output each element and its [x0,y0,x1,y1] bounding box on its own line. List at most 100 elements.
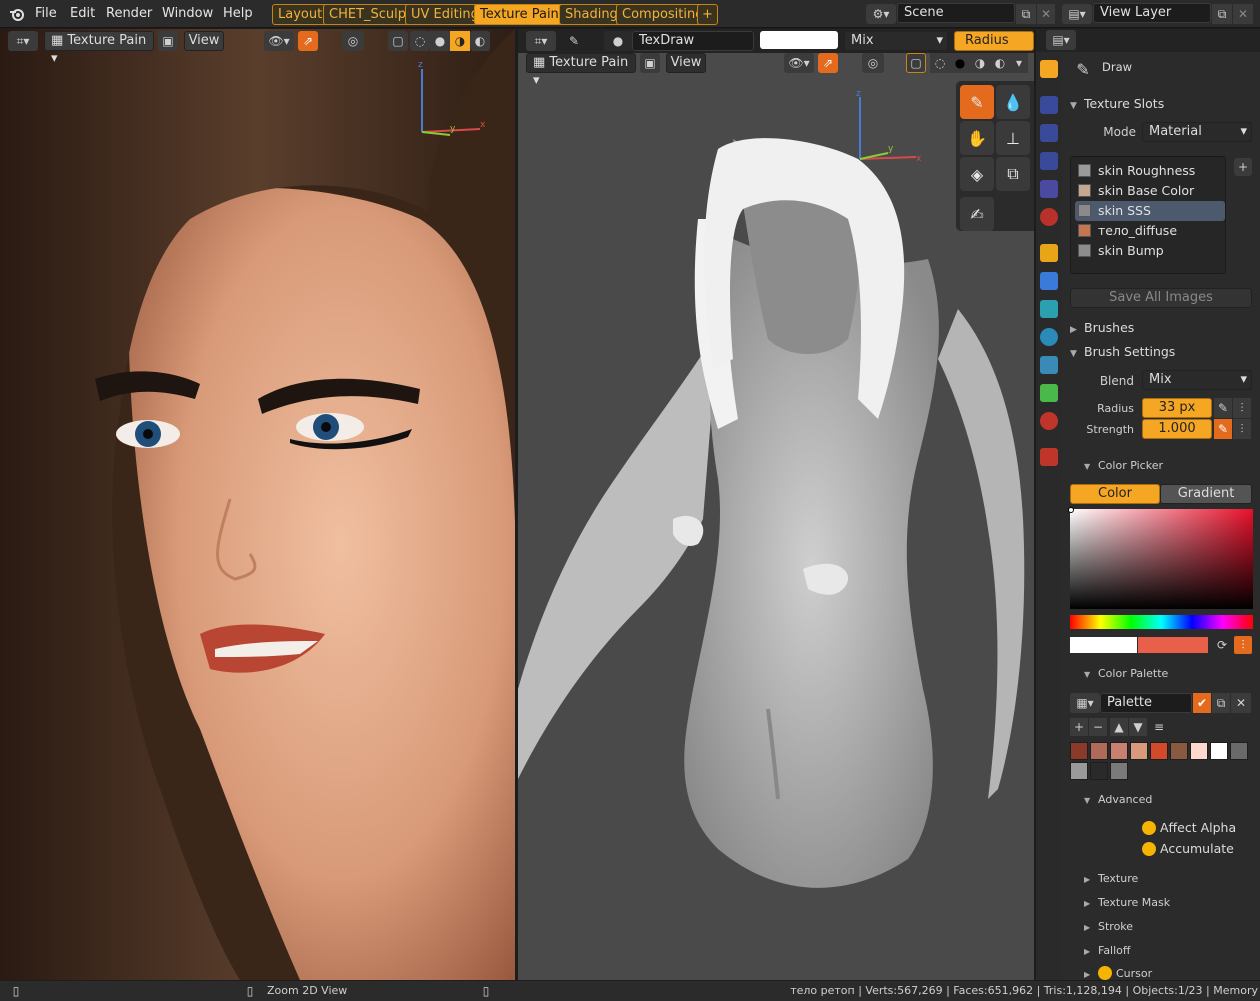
strength-unit-icon[interactable]: ⫶ [1233,419,1251,439]
soften-tool-icon[interactable]: 💧 [996,85,1030,119]
menu-render[interactable]: Render [106,5,152,23]
strength-field[interactable]: 1.000 [1142,419,1212,439]
left-3d-viewport[interactable]: ⌗▾ ▦ Texture Pain ▾ ▣ View 👁▾ ⇗ ◎ ▢ ◌ ● … [0,29,515,980]
smear-tool-icon[interactable]: ✋ [960,121,994,155]
mid-xray-icon[interactable]: ▢ [906,53,926,73]
mask-tool-icon[interactable]: ⧉ [996,157,1030,191]
hue-slider[interactable] [1070,615,1253,629]
blend-dropdown[interactable]: Mix ▾ [1142,370,1252,390]
radius-pen-icon[interactable]: ✎ [1214,398,1232,418]
slot-toggle-icon[interactable]: ▣ [158,31,178,51]
menu-file[interactable]: File [35,5,57,23]
palette-fake-user-icon[interactable]: ✔ [1193,693,1211,713]
gradient-tab[interactable]: Gradient [1160,484,1252,504]
mid-axis-gizmo-icon[interactable]: z x y [850,87,930,167]
brush-name-field[interactable]: TexDraw [632,31,754,51]
primary-color-swatch[interactable] [1070,637,1137,653]
add-slot-icon[interactable]: + [1234,158,1252,176]
palette-down-icon[interactable]: ▼ [1129,718,1147,736]
tab-texture-paint[interactable]: Texture Paint [474,4,570,25]
draw-tool-icon[interactable]: ✎ [960,85,994,119]
mid-editor-type-icon[interactable]: ⌗▾ [526,31,556,51]
falloff-subpanel[interactable]: ▶ Falloff [1084,944,1130,957]
brush-icon[interactable]: ✎ [564,31,584,51]
brush-blend-dropdown[interactable]: Mix ▾ [844,31,948,51]
view-layer-selector-icon[interactable]: ▤▾ [1062,4,1092,24]
material-shading-icon[interactable]: ◑ [450,31,470,51]
color-palette-header[interactable]: ▼ Color Palette [1084,667,1168,680]
left-view-menu[interactable]: View [184,31,224,51]
mid-shading-dropdown-icon[interactable]: ▾ [1010,53,1028,73]
xray-icon[interactable]: ▢ [388,31,408,51]
menu-help[interactable]: Help [223,5,253,23]
brush-settings-header[interactable]: ▼ Brush Settings [1070,344,1175,359]
tool-tab-icon[interactable] [1040,60,1058,78]
add-workspace-button[interactable]: + [697,4,718,25]
mid-overlay-icon[interactable]: ◎ [862,53,884,73]
mode-dropdown[interactable]: Material ▾ [1142,122,1252,142]
tab-shading[interactable]: Shading [559,4,624,25]
stroke-subpanel[interactable]: ▶ Stroke [1084,920,1133,933]
properties-editor-icon[interactable]: ▤▾ [1046,30,1076,50]
tab-layout[interactable]: Layout [272,4,329,25]
palette-swatch[interactable] [1070,742,1088,760]
save-all-images-button[interactable]: Save All Images [1070,288,1252,308]
palette-name-field[interactable]: Palette [1100,693,1192,713]
slot-skin-roughness[interactable]: skin Roughness [1075,161,1225,181]
tab-chet-sculpt[interactable]: CHET_Sculpt [323,4,418,25]
strength-pen-icon[interactable]: ✎ [1214,419,1232,439]
brush-datablock-icon[interactable]: ● [604,31,632,51]
world-tab-icon[interactable] [1040,208,1058,226]
mid-mode-dropdown[interactable]: ▦ Texture Pain ▾ [526,53,636,88]
radius-unit-icon[interactable]: ⫶ [1233,398,1251,418]
view-layer-field[interactable]: View Layer [1093,3,1211,23]
overlay-icon[interactable]: ◎ [342,31,364,51]
solid-shading-icon[interactable]: ● [430,31,450,51]
advanced-header[interactable]: ▼ Advanced [1084,793,1152,806]
texture-mask-subpanel[interactable]: ▶ Texture Mask [1084,896,1170,909]
texture-tab-icon[interactable] [1040,448,1058,466]
brush-color-field[interactable] [760,31,838,49]
palette-swatch[interactable] [1070,762,1088,780]
tab-compositing[interactable]: Compositing [616,4,710,25]
palette-swatch[interactable] [1110,742,1128,760]
palette-copy-icon[interactable]: ⧉ [1212,693,1230,713]
palette-swatch[interactable] [1090,762,1108,780]
scene-close-icon[interactable]: ✕ [1037,4,1055,24]
palette-close-icon[interactable]: ✕ [1231,693,1251,713]
accumulate-checkbox[interactable]: Accumulate [1142,841,1234,856]
rendered-shading-icon[interactable]: ◐ [470,31,490,51]
blender-logo-icon[interactable] [8,5,26,23]
mid-material-icon[interactable]: ◑ [970,53,990,73]
palette-swatch[interactable] [1110,762,1128,780]
palette-swatch[interactable] [1170,742,1188,760]
slot-skin-bump[interactable]: skin Bump [1075,241,1225,261]
menu-edit[interactable]: Edit [70,5,95,23]
palette-swatch[interactable] [1130,742,1148,760]
view-layer-close-icon[interactable]: ✕ [1233,4,1253,24]
axis-gizmo-icon[interactable]: z x y [410,57,490,137]
slot-skin-base-color[interactable]: skin Base Color [1075,181,1225,201]
visibility-icon[interactable]: 👁▾ [264,31,294,51]
slot-skin-sss[interactable]: skin SSS [1075,201,1225,221]
slot-telo-diffuse[interactable]: тело_diffuse [1075,221,1225,241]
physics-tab-icon[interactable] [1040,328,1058,346]
unified-color-icon[interactable]: ⫶ [1234,636,1252,654]
saturation-value-square[interactable] [1070,509,1253,609]
editor-type-icon[interactable]: ⌗▾ [8,31,38,51]
brushes-header[interactable]: ▶ Brushes [1070,320,1134,335]
palette-swatch[interactable] [1230,742,1248,760]
mid-slot-toggle-icon[interactable]: ▣ [640,53,660,73]
scene-tab-icon[interactable] [1040,180,1058,198]
wireframe-shading-icon[interactable]: ◌ [410,31,430,51]
palette-up-icon[interactable]: ▲ [1110,718,1128,736]
gizmo-icon[interactable]: ⇗ [298,31,318,51]
mid-solid-icon[interactable]: ● [950,53,970,73]
fill-tool-icon[interactable]: ◈ [960,157,994,191]
output-tab-icon[interactable] [1040,124,1058,142]
mid-view-menu[interactable]: View [666,53,706,73]
palette-remove-icon[interactable]: − [1089,718,1107,736]
swap-colors-icon[interactable]: ⟳ [1213,636,1231,654]
mid-wireframe-icon[interactable]: ◌ [930,53,950,73]
color-tab[interactable]: Color [1070,484,1160,504]
